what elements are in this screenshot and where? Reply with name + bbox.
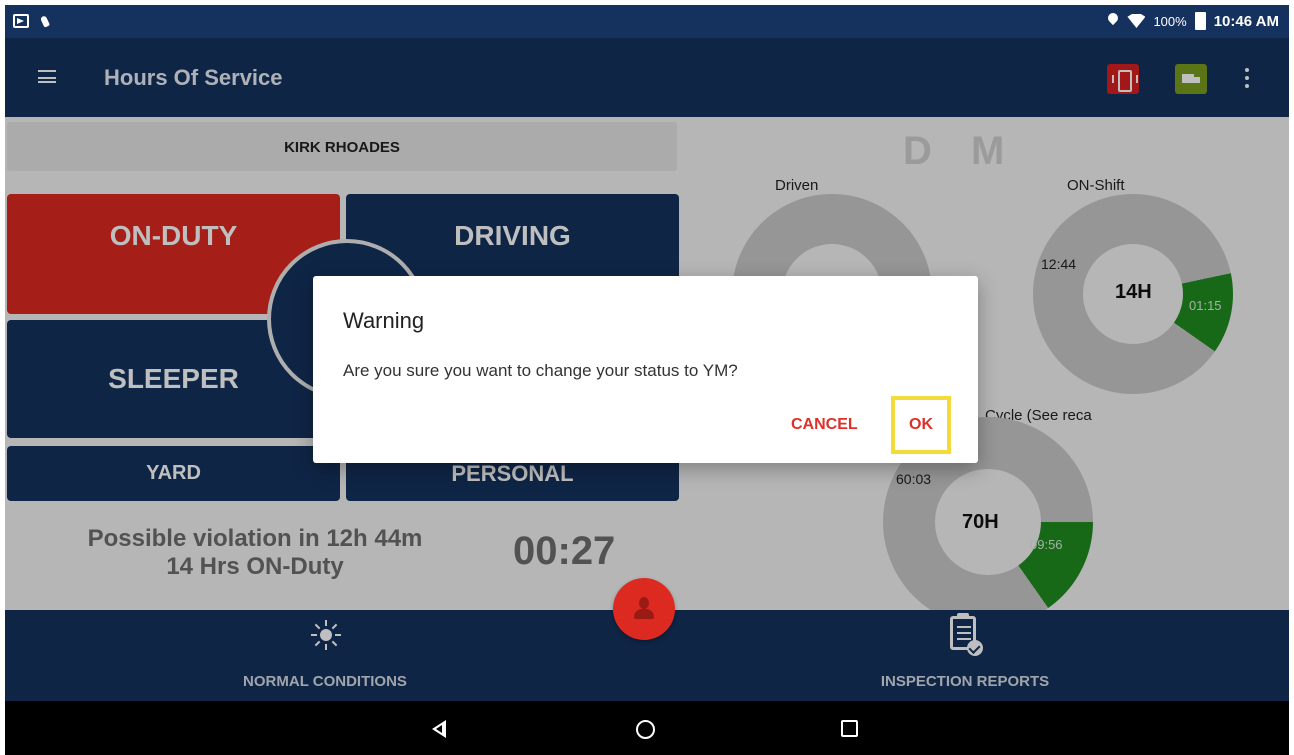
system-nav-bar — [5, 701, 1289, 755]
home-icon[interactable] — [636, 720, 655, 739]
ok-button[interactable]: OK — [891, 396, 951, 454]
recent-apps-icon[interactable] — [841, 720, 858, 737]
touch-icon — [37, 13, 51, 29]
dialog-message: Are you sure you want to change your sta… — [343, 361, 738, 380]
screen-record-icon — [13, 14, 29, 28]
cancel-button[interactable]: CANCEL — [791, 416, 858, 434]
frame-edge — [1289, 0, 1294, 755]
warning-dialog: Warning Are you sure you want to change … — [313, 276, 978, 463]
battery-percent: 100% — [1153, 13, 1187, 29]
wifi-icon — [1127, 14, 1146, 28]
location-icon — [1107, 13, 1119, 29]
status-bar: 100% 10:46 AM — [5, 5, 1289, 38]
dialog-title: Warning — [343, 308, 425, 333]
back-icon[interactable] — [432, 720, 448, 738]
driver-switch-fab[interactable] — [613, 578, 675, 640]
clock: 10:46 AM — [1213, 12, 1279, 30]
battery-icon — [1194, 12, 1206, 30]
